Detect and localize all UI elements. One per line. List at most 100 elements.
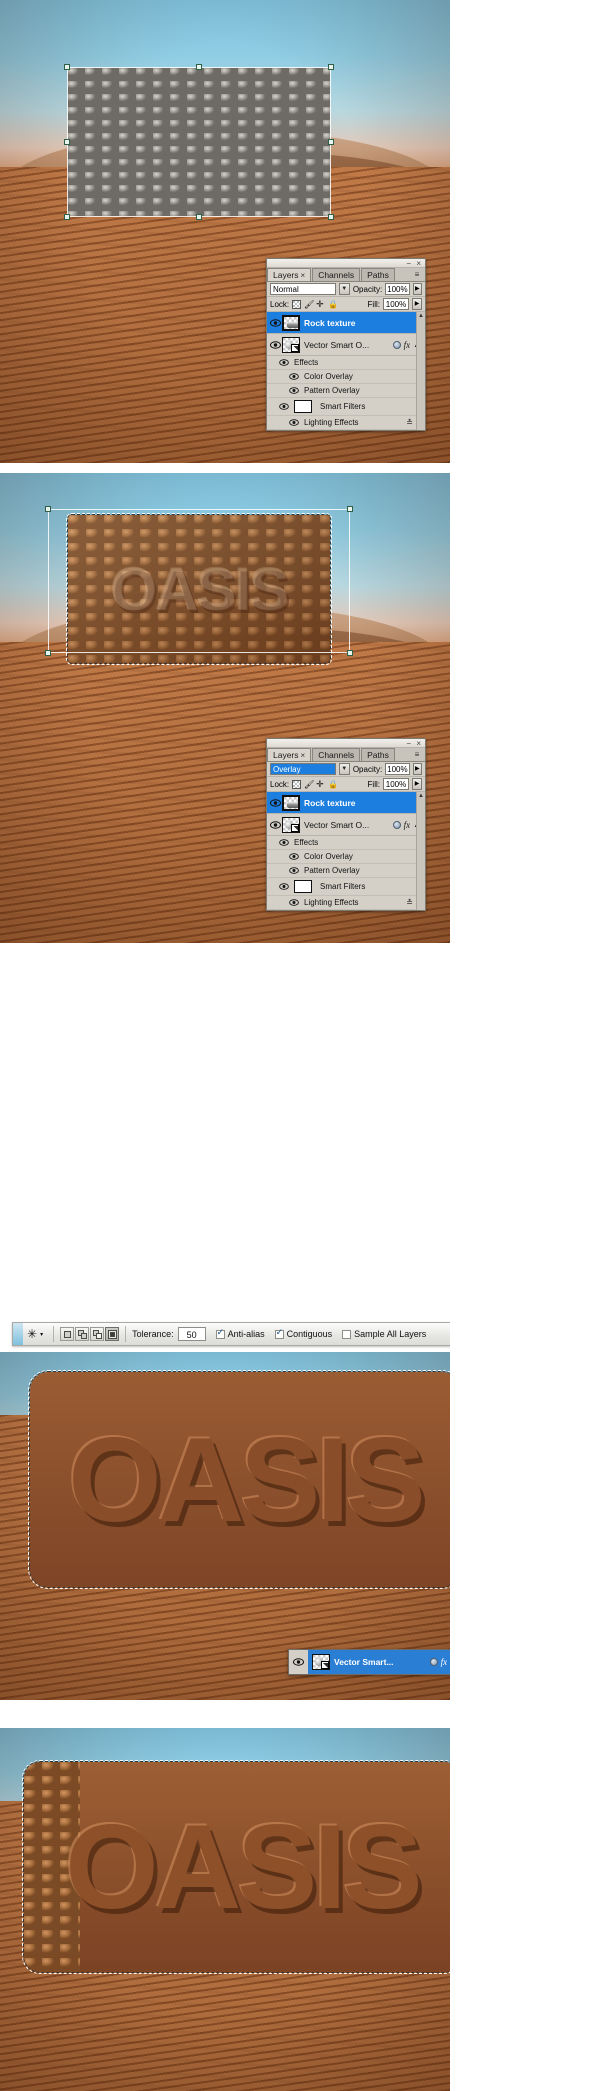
panel-tabs[interactable]: Layers × Channels Paths ≡ xyxy=(267,748,425,762)
magic-wand-icon[interactable]: ✳ xyxy=(27,1328,37,1340)
panel-scrollbar[interactable]: ▲ xyxy=(416,312,425,430)
layer-row-vector-smart-object[interactable]: Vector Smart O... fx ▲ xyxy=(267,334,425,356)
tab-channels[interactable]: Channels xyxy=(312,268,361,281)
tab-close-icon[interactable]: × xyxy=(301,271,306,280)
effect-pattern-overlay[interactable]: Pattern Overlay xyxy=(267,384,425,398)
layer-row-rock-texture[interactable]: Rock texture xyxy=(267,312,425,334)
panel-scrollbar[interactable]: ▲ xyxy=(416,792,425,910)
layer-style-icon[interactable] xyxy=(429,1658,438,1666)
lock-transparency-icon[interactable] xyxy=(292,299,302,309)
eye-icon[interactable] xyxy=(287,384,300,397)
effect-color-overlay[interactable]: Color Overlay xyxy=(267,370,425,384)
smart-filter-mask-thumbnail[interactable] xyxy=(294,400,312,413)
eye-icon[interactable] xyxy=(277,356,290,369)
layer-style-icon[interactable] xyxy=(392,340,401,349)
close-icon[interactable]: × xyxy=(416,260,421,268)
smart-object-thumbnail[interactable] xyxy=(282,816,300,833)
eye-icon[interactable] xyxy=(269,338,282,351)
new-selection-button[interactable] xyxy=(60,1327,75,1341)
eye-icon[interactable] xyxy=(287,864,300,877)
tab-paths[interactable]: Paths xyxy=(361,268,395,281)
eye-icon[interactable] xyxy=(287,370,300,383)
lock-position-icon[interactable]: ✛ xyxy=(316,779,325,789)
smart-filters-group[interactable]: Smart Filters xyxy=(267,398,425,416)
lock-all-icon[interactable]: 🔒 xyxy=(328,300,338,309)
tolerance-group[interactable]: Tolerance: 50 xyxy=(132,1327,206,1341)
filter-lighting-effects[interactable]: Lighting Effects ≛ xyxy=(267,896,425,910)
effect-pattern-overlay[interactable]: Pattern Overlay xyxy=(267,864,425,878)
sample-all-layers-checkbox[interactable] xyxy=(342,1329,352,1339)
tab-paths[interactable]: Paths xyxy=(361,748,395,761)
canvas-zoomed[interactable]: OASIS Vector Smart... fx ▲ xyxy=(0,1352,450,1700)
transform-handle-n[interactable] xyxy=(196,64,202,70)
lock-position-icon[interactable]: ✛ xyxy=(316,299,325,309)
eye-icon[interactable] xyxy=(292,1656,305,1669)
layer-list[interactable]: ▲ Rock texture Vector Smart O... fx Effe… xyxy=(267,792,425,910)
lock-image-icon[interactable]: 🖌 xyxy=(304,780,314,789)
layer-effects-group[interactable]: Effects xyxy=(267,356,425,370)
blend-mode-row[interactable]: Overlay ▼ Opacity: 100% ▶ xyxy=(267,762,425,777)
panel-titlebar[interactable]: − × xyxy=(267,259,425,268)
transform-handle-s[interactable] xyxy=(196,214,202,220)
panel-menu-icon[interactable]: ≡ xyxy=(411,269,423,280)
transform-handle-sw[interactable] xyxy=(45,650,51,656)
optionsbar-grip[interactable] xyxy=(13,1323,23,1345)
sample-all-layers-option[interactable]: Sample All Layers xyxy=(342,1329,426,1339)
close-icon[interactable]: × xyxy=(416,740,421,748)
fx-icon[interactable]: fx xyxy=(441,1657,448,1667)
smart-filter-mask-thumbnail[interactable] xyxy=(294,880,312,893)
free-transform-box[interactable] xyxy=(45,506,353,656)
subtract-from-selection-button[interactable] xyxy=(90,1327,105,1341)
free-transform-box[interactable] xyxy=(64,64,334,220)
smart-object-thumbnail[interactable] xyxy=(312,1654,330,1670)
tab-channels[interactable]: Channels xyxy=(312,748,361,761)
panel-titlebar[interactable]: − × xyxy=(267,739,425,748)
lock-row[interactable]: Lock: 🖌 ✛ 🔒 Fill: 100% ▶ xyxy=(267,777,425,792)
smart-object-thumbnail[interactable] xyxy=(282,336,300,353)
transform-handle-ne[interactable] xyxy=(347,506,353,512)
opacity-slider-arrow[interactable]: ▶ xyxy=(412,283,422,295)
blend-mode-row[interactable]: Normal ▼ Opacity: 100% ▶ xyxy=(267,282,425,297)
lock-all-icon[interactable]: 🔒 xyxy=(328,780,338,789)
panel-menu-icon[interactable]: ≡ xyxy=(411,749,423,760)
intersect-with-selection-button[interactable] xyxy=(105,1327,120,1341)
floating-layer-strip[interactable]: Vector Smart... fx ▲ xyxy=(288,1649,450,1675)
anti-alias-option[interactable]: Anti-alias xyxy=(215,1328,265,1339)
transform-handle-se[interactable] xyxy=(328,214,334,220)
scroll-up-icon[interactable]: ▲ xyxy=(417,312,425,321)
transform-handle-nw[interactable] xyxy=(45,506,51,512)
tab-layers[interactable]: Layers × xyxy=(267,748,312,761)
chevron-down-icon[interactable]: ▾ xyxy=(40,1331,43,1338)
minimize-icon[interactable]: − xyxy=(406,260,411,268)
opacity-input[interactable]: 100% xyxy=(385,763,410,775)
blend-mode-select[interactable]: Normal xyxy=(270,283,336,295)
transform-handle-se[interactable] xyxy=(347,650,353,656)
layer-row-vector-smart-object[interactable]: Vector Smart O... fx ▲ xyxy=(267,814,425,836)
opacity-input[interactable]: 100% xyxy=(385,283,410,295)
add-to-selection-button[interactable] xyxy=(75,1327,90,1341)
fill-input[interactable]: 100% xyxy=(383,778,409,790)
blend-mode-select[interactable]: Overlay xyxy=(270,763,336,775)
anti-alias-checkbox[interactable] xyxy=(215,1328,225,1339)
eye-icon[interactable] xyxy=(277,880,290,893)
layers-panel[interactable]: − × Layers × Channels Paths ≡ Overlay ▼ O… xyxy=(266,738,426,911)
layer-style-icon[interactable] xyxy=(392,820,401,829)
contiguous-option[interactable]: Contiguous xyxy=(274,1328,332,1339)
eye-icon[interactable] xyxy=(269,796,282,809)
tool-preset-picker[interactable]: ✳ ▾ xyxy=(23,1328,47,1340)
selection-mode-group[interactable] xyxy=(60,1327,120,1341)
layer-thumbnail[interactable] xyxy=(282,314,300,331)
eye-icon[interactable] xyxy=(287,416,300,429)
lock-transparency-icon[interactable] xyxy=(292,779,302,789)
eye-icon[interactable] xyxy=(287,896,300,909)
fill-slider-arrow[interactable]: ▶ xyxy=(412,298,422,310)
lock-image-icon[interactable]: 🖌 xyxy=(304,300,314,309)
filter-options-icon[interactable]: ≛ xyxy=(406,418,413,427)
layer-effects-group[interactable]: Effects xyxy=(267,836,425,850)
transform-handle-e[interactable] xyxy=(328,139,334,145)
layer-row-rock-texture[interactable]: Rock texture xyxy=(267,792,425,814)
fx-icon[interactable]: fx xyxy=(404,820,411,830)
tab-layers[interactable]: Layers × xyxy=(267,268,312,281)
scroll-up-icon[interactable]: ▲ xyxy=(417,792,425,801)
eye-icon[interactable] xyxy=(269,316,282,329)
